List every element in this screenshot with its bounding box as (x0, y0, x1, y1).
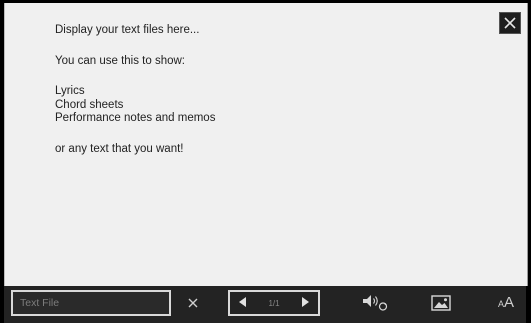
speaker-sync-icon (363, 295, 388, 311)
close-icon (504, 17, 516, 29)
font-size-button[interactable]: AA (494, 292, 518, 314)
arrow-left-icon (239, 297, 246, 307)
clear-file-button[interactable] (182, 292, 204, 314)
bottom-toolbar: Text File 1/1 AA (4, 286, 526, 323)
next-page-button[interactable] (301, 294, 309, 312)
text-line: You can use this to show: (55, 54, 185, 67)
text-content: Display your text files here... You can … (55, 24, 487, 156)
text-line: Display your text files here... (55, 24, 200, 36)
clear-icon (188, 298, 198, 308)
page-navigator: 1/1 (228, 290, 320, 316)
text-line: or any text that you want! (55, 142, 184, 155)
audio-sync-button[interactable] (358, 292, 392, 314)
page-indicator: 1/1 (268, 298, 280, 308)
previous-page-button[interactable] (239, 294, 247, 312)
text-line: Performance notes and memos (55, 112, 216, 124)
arrow-right-icon (302, 297, 309, 307)
close-button[interactable] (499, 12, 521, 34)
text-line: Chord sheets (55, 98, 124, 111)
font-size-large-label: A (504, 294, 515, 311)
image-icon (431, 295, 451, 311)
text-line: Lyrics (55, 85, 85, 97)
text-viewer-screen: Display your text files here... You can … (4, 3, 528, 286)
text-file-placeholder: Text File (20, 297, 60, 309)
font-size-icon: AA (498, 294, 514, 312)
image-button[interactable] (429, 292, 453, 314)
text-file-field[interactable]: Text File (11, 290, 171, 316)
